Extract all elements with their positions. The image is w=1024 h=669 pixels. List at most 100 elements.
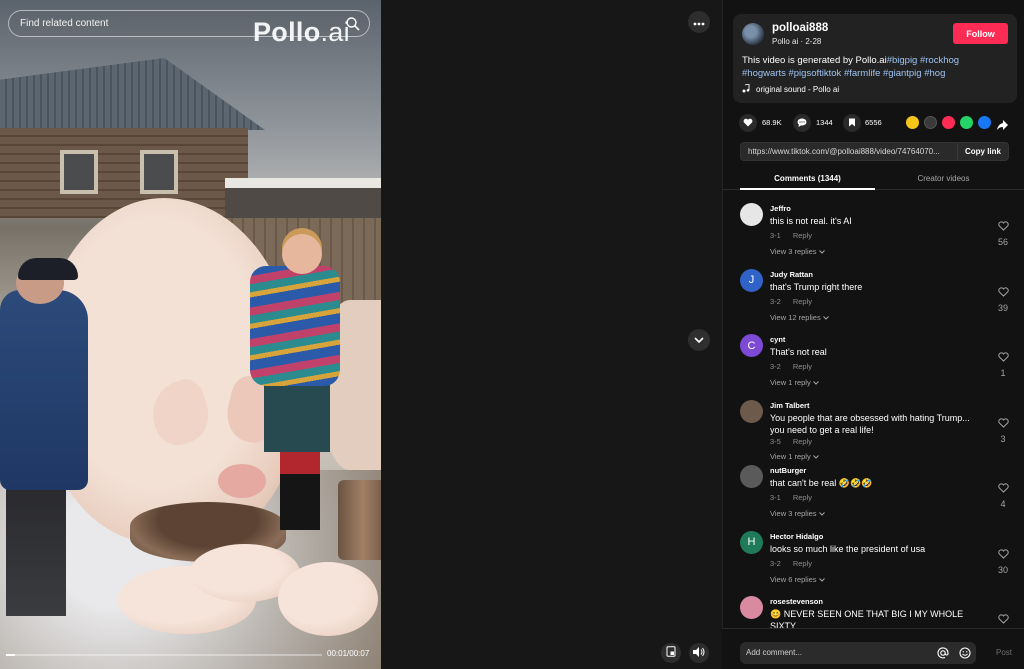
engagement-bar: 68.9K 1344 6556: [739, 113, 1019, 133]
comment-like-button[interactable]: [995, 611, 1011, 628]
hashtag-link[interactable]: #giantpig: [883, 68, 922, 79]
picture-in-picture-button[interactable]: [661, 643, 681, 663]
hashtag-link[interactable]: #farmlife: [844, 68, 880, 79]
chevron-down-icon: [694, 331, 704, 349]
commenter-avatar[interactable]: J: [740, 268, 763, 292]
commenter-name[interactable]: Jim Talbert: [770, 401, 809, 410]
reply-button[interactable]: Reply: [793, 437, 812, 446]
reply-button[interactable]: Reply: [793, 231, 812, 240]
comment-meta: 3-2 Reply: [770, 559, 812, 568]
copy-link-button[interactable]: Copy link: [957, 143, 1008, 160]
active-tab-indicator: [740, 188, 875, 190]
commenter-name[interactable]: Jeffro: [770, 204, 791, 213]
video-progress-bar[interactable]: [6, 654, 322, 656]
view-replies-button[interactable]: View 12 replies: [770, 313, 829, 322]
view-replies-button[interactable]: View 1 reply: [770, 378, 819, 387]
comment-like-count: 30: [997, 564, 1008, 575]
avatar-letter: H: [747, 536, 756, 548]
author-avatar[interactable]: [742, 23, 764, 45]
share-to-friends-icon[interactable]: [906, 116, 919, 129]
video-description: This video is generated by Pollo.ai#bigp…: [742, 55, 1004, 80]
commenter-avatar[interactable]: [740, 203, 763, 226]
emoji-icon[interactable]: [957, 645, 973, 661]
like-count: 68.9K: [762, 118, 782, 127]
like-button[interactable]: [739, 114, 757, 132]
comment-like-button[interactable]: 4: [995, 480, 1011, 509]
comment-count: 1344: [816, 118, 833, 127]
comment-item: rosestevenson 😊 NEVER SEEN ONE THAT BIG I…: [722, 589, 1024, 628]
commenter-avatar[interactable]: [740, 596, 763, 619]
comment-like-button[interactable]: 56: [995, 218, 1011, 247]
share-arrow-icon[interactable]: [997, 117, 1008, 135]
heart-outline-icon: [997, 546, 1009, 563]
comment-button[interactable]: [793, 114, 811, 132]
share-link-url[interactable]: https://www.tiktok.com/@polloai888/video…: [748, 147, 956, 156]
video-house-window: [140, 150, 178, 194]
comment-item: nutBurger that can't be real 🤣🤣🤣 3-1 Reply V…: [722, 458, 1024, 524]
mini-player-icon: [666, 644, 676, 662]
view-replies-button[interactable]: View 3 replies: [770, 247, 825, 256]
hashtag-link[interactable]: #bigpig: [887, 55, 918, 66]
commenter-name[interactable]: cynt: [770, 335, 785, 344]
hashtag-link[interactable]: #pigsoftiktok: [788, 68, 841, 79]
panel-tabs: Comments (1344) Creator videos: [722, 170, 1024, 190]
tab-comments[interactable]: Comments (1344): [740, 174, 875, 183]
comment-like-button[interactable]: 30: [995, 546, 1011, 575]
comment-text: that's Trump right there: [770, 281, 863, 292]
heart-outline-icon: [997, 284, 1009, 301]
post-button[interactable]: Post: [996, 648, 1012, 657]
comment-item: H Hector Hidalgo looks so much like the pr…: [722, 524, 1024, 590]
view-replies-button[interactable]: View 6 replies: [770, 575, 825, 584]
commenter-name[interactable]: Hector Hidalgo: [770, 532, 823, 541]
comment-list: Jeffro this is not real. it's AI 3-1 Reply V…: [722, 196, 1024, 628]
comment-item: Jim Talbert You people that are obsessed …: [722, 393, 1024, 461]
video-player[interactable]: Find related content Pollo.ai 00:01/00:0…: [0, 0, 381, 669]
comment-like-button[interactable]: 1: [995, 349, 1011, 378]
view-replies-button[interactable]: View 3 replies: [770, 509, 825, 518]
reply-button[interactable]: Reply: [793, 362, 812, 371]
commenter-avatar[interactable]: H: [740, 530, 763, 554]
video-piglet: [278, 562, 378, 636]
view-replies-label: View 1 reply: [770, 378, 811, 387]
view-replies-label: View 12 replies: [770, 312, 821, 322]
video-man: [0, 258, 92, 617]
commenter-avatar[interactable]: C: [740, 334, 763, 357]
embed-icon[interactable]: [924, 116, 937, 129]
send-to-friends-icon[interactable]: [942, 116, 955, 129]
heart-outline-icon: [997, 349, 1009, 366]
heart-outline-icon: [997, 611, 1009, 628]
avatar-letter: C: [747, 339, 756, 352]
author-subline: Pollo ai · 2-28: [772, 37, 822, 46]
sound-link[interactable]: original sound - Pollo ai: [742, 83, 839, 95]
whatsapp-icon[interactable]: [960, 116, 973, 129]
reply-button[interactable]: Reply: [793, 559, 812, 568]
hashtag-link[interactable]: #hogwarts: [742, 68, 786, 79]
comment-like-button[interactable]: 3: [995, 415, 1011, 444]
save-button[interactable]: [843, 114, 861, 132]
author-username[interactable]: polloai888: [772, 22, 828, 34]
volume-button[interactable]: [689, 643, 709, 663]
comment-date: 3-1: [770, 493, 781, 502]
commenter-name[interactable]: Judy Rattan: [770, 270, 813, 279]
commenter-avatar[interactable]: [740, 465, 763, 488]
more-options-button[interactable]: [688, 11, 710, 33]
comment-meta: 3-2 Reply: [770, 297, 812, 306]
follow-button[interactable]: Follow: [953, 23, 1008, 44]
commenter-avatar[interactable]: [740, 399, 763, 423]
hashtag-link[interactable]: #hog: [924, 68, 945, 79]
commenter-name[interactable]: nutBurger: [770, 466, 806, 475]
reply-button[interactable]: Reply: [793, 493, 812, 502]
facebook-icon[interactable]: [978, 116, 991, 129]
comment-input[interactable]: Add comment...: [740, 642, 976, 664]
commenter-name[interactable]: rosestevenson: [770, 597, 823, 606]
comment-like-button[interactable]: 39: [995, 284, 1011, 313]
tab-creator-videos[interactable]: Creator videos: [876, 174, 1011, 183]
comment-like-count: 1: [1000, 368, 1006, 378]
next-video-button[interactable]: [688, 329, 710, 351]
hashtag-link[interactable]: #rockhog: [920, 55, 959, 66]
reply-button[interactable]: Reply: [793, 297, 812, 306]
mention-icon[interactable]: [935, 645, 951, 661]
volume-icon: [693, 644, 705, 662]
comment-meta: 3-2 Reply: [770, 362, 812, 371]
comment-date: 3-5: [770, 436, 781, 446]
